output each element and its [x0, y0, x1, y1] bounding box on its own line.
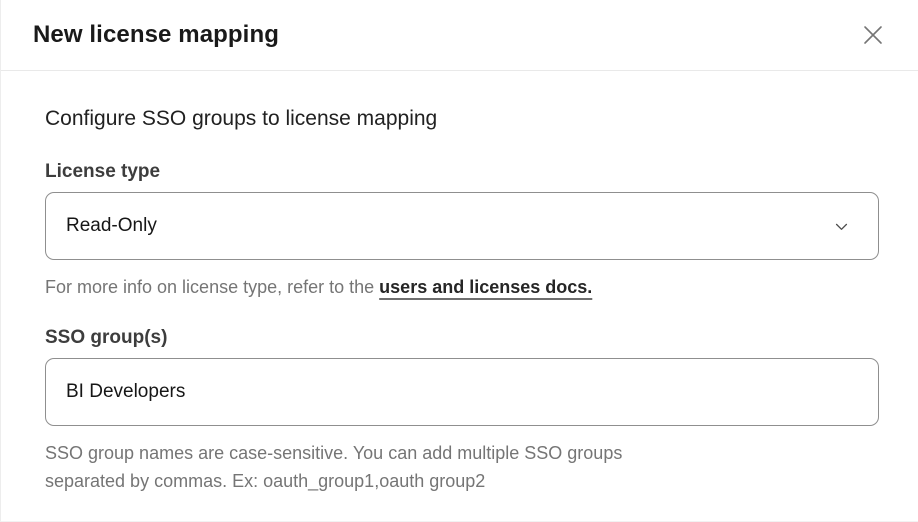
- close-button[interactable]: [856, 18, 890, 52]
- sso-groups-helper: SSO group names are case-sensitive. You …: [45, 439, 878, 495]
- license-type-select[interactable]: Read-Only: [45, 192, 879, 260]
- chevron-down-icon: [833, 218, 850, 235]
- dialog-title: New license mapping: [33, 21, 279, 49]
- sso-groups-helper-line1: SSO group names are case-sensitive. You …: [45, 439, 878, 467]
- license-type-field: License type Read-Only For more info on …: [45, 161, 878, 301]
- form-heading: Configure SSO groups to license mapping: [45, 107, 878, 131]
- sso-groups-label: SSO group(s): [45, 327, 878, 349]
- license-type-helper: For more info on license type, refer to …: [45, 273, 878, 301]
- x-icon: [860, 22, 886, 48]
- license-type-label: License type: [45, 161, 878, 183]
- sso-groups-helper-line2: separated by commas. Ex: oauth_group1,oa…: [45, 467, 878, 495]
- new-license-mapping-dialog: New license mapping Configure SSO groups…: [0, 0, 918, 522]
- sso-groups-field: SSO group(s) SSO group names are case-se…: [45, 327, 878, 495]
- license-type-helper-prefix: For more info on license type, refer to …: [45, 277, 379, 297]
- dialog-header: New license mapping: [1, 0, 918, 71]
- dialog-body: Configure SSO groups to license mapping …: [1, 71, 918, 495]
- license-type-selected-value: Read-Only: [66, 215, 157, 237]
- users-and-licenses-docs-link[interactable]: users and licenses docs.: [379, 277, 592, 297]
- sso-groups-input[interactable]: [45, 358, 879, 426]
